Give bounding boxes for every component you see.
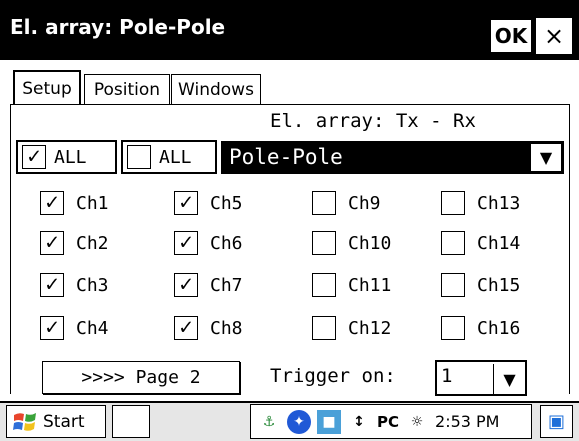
close-icon[interactable]: × <box>536 18 572 54</box>
channel-label: Ch13 <box>477 192 521 214</box>
checkbox-unchecked-icon <box>312 231 336 255</box>
trigger-label: Trigger on: <box>270 365 396 387</box>
next-page-button[interactable]: >>>> Page 2 <box>42 361 240 394</box>
tab-windows[interactable]: Windows <box>171 74 261 104</box>
windows-flag-icon <box>13 412 36 431</box>
checkbox-checked-icon: ✓ <box>174 273 198 297</box>
channel-checkbox[interactable]: Ch13 <box>441 188 520 218</box>
checkbox-checked-icon: ✓ <box>174 231 198 255</box>
volume-icon[interactable]: ☼ <box>405 410 429 434</box>
tab-position[interactable]: Position <box>84 74 170 104</box>
channel-checkbox[interactable]: ✓ Ch2 <box>40 228 109 258</box>
channel-checkbox[interactable]: Ch9 <box>312 188 381 218</box>
checkbox-unchecked-icon <box>127 145 151 169</box>
task-slot[interactable] <box>112 405 150 438</box>
channel-label: Ch8 <box>210 317 243 339</box>
deselect-all-checkbox[interactable]: ALL <box>121 140 217 174</box>
channel-checkbox[interactable]: Ch16 <box>441 313 520 343</box>
wireless-manager-icon[interactable]: ■ <box>317 409 341 434</box>
channel-label: Ch10 <box>348 232 392 254</box>
channel-checkbox[interactable]: ✓ Ch6 <box>174 228 243 258</box>
deselect-all-label: ALL <box>159 146 192 168</box>
channel-checkbox[interactable]: ✓ Ch3 <box>40 270 109 300</box>
checkbox-checked-icon: ✓ <box>40 231 64 255</box>
checkbox-unchecked-icon <box>441 231 465 255</box>
channel-checkbox[interactable]: Ch14 <box>441 228 520 258</box>
channel-checkbox[interactable]: Ch12 <box>312 313 391 343</box>
channel-label: Ch15 <box>477 274 521 296</box>
system-tray: ⚓ ✦ ■ ↕ PC ☼ 2:53 PM <box>250 404 532 439</box>
checkbox-checked-icon: ✓ <box>40 191 64 215</box>
checkbox-checked-icon: ✓ <box>174 191 198 215</box>
channel-label: Ch16 <box>477 317 521 339</box>
channel-label: Ch14 <box>477 232 521 254</box>
channel-checkbox[interactable]: ✓ Ch1 <box>40 188 109 218</box>
checkbox-unchecked-icon <box>441 191 465 215</box>
channel-label: Ch1 <box>76 192 109 214</box>
tab-setup[interactable]: Setup <box>13 70 81 105</box>
channel-checkbox[interactable]: ✓ Ch8 <box>174 313 243 343</box>
checkbox-checked-icon: ✓ <box>40 316 64 340</box>
select-all-checkbox[interactable]: ✓ ALL <box>16 140 117 174</box>
select-all-label: ALL <box>54 146 87 168</box>
pc-connection-label[interactable]: PC <box>377 413 399 431</box>
checkbox-unchecked-icon <box>441 316 465 340</box>
show-desktop-icon[interactable]: ▣ <box>540 405 573 438</box>
checkbox-unchecked-icon <box>312 191 336 215</box>
checkbox-checked-icon: ✓ <box>174 316 198 340</box>
checkbox-checked-icon: ✓ <box>40 273 64 297</box>
channel-checkbox[interactable]: Ch11 <box>312 270 391 300</box>
window-title: El. array: Pole-Pole <box>10 15 226 39</box>
connectivity-icon[interactable]: ⚓ <box>257 410 281 434</box>
channel-label: Ch11 <box>348 274 392 296</box>
channel-checkbox[interactable]: ✓ Ch5 <box>174 188 243 218</box>
array-type-value: Pole-Pole <box>229 145 343 169</box>
channel-checkbox[interactable]: ✓ Ch4 <box>40 313 109 343</box>
channel-label: Ch7 <box>210 274 243 296</box>
channel-label: Ch5 <box>210 192 243 214</box>
bluetooth-icon[interactable]: ✦ <box>287 409 311 434</box>
trigger-value: 1 <box>441 365 453 387</box>
checkbox-unchecked-icon <box>441 273 465 297</box>
channel-checkbox[interactable]: Ch15 <box>441 270 520 300</box>
chevron-down-icon[interactable]: ▼ <box>493 364 525 394</box>
checkbox-checked-icon: ✓ <box>22 145 46 169</box>
clock[interactable]: 2:53 PM <box>435 412 499 431</box>
checkbox-unchecked-icon <box>312 316 336 340</box>
chevron-down-icon[interactable]: ▼ <box>530 143 562 172</box>
checkbox-unchecked-icon <box>312 273 336 297</box>
channel-checkbox[interactable]: ✓ Ch7 <box>174 270 243 300</box>
sync-icon[interactable]: ↕ <box>347 410 371 434</box>
start-label: Start <box>43 411 85 432</box>
array-type-label: El. array: Tx - Rx <box>270 110 476 132</box>
start-button[interactable]: Start <box>6 405 106 438</box>
channel-label: Ch6 <box>210 232 243 254</box>
channel-label: Ch4 <box>76 317 109 339</box>
channel-label: Ch9 <box>348 192 381 214</box>
channel-label: Ch3 <box>76 274 109 296</box>
channel-checkbox[interactable]: Ch10 <box>312 228 391 258</box>
channel-label: Ch2 <box>76 232 109 254</box>
ok-button[interactable]: OK <box>489 18 533 54</box>
channel-label: Ch12 <box>348 317 392 339</box>
